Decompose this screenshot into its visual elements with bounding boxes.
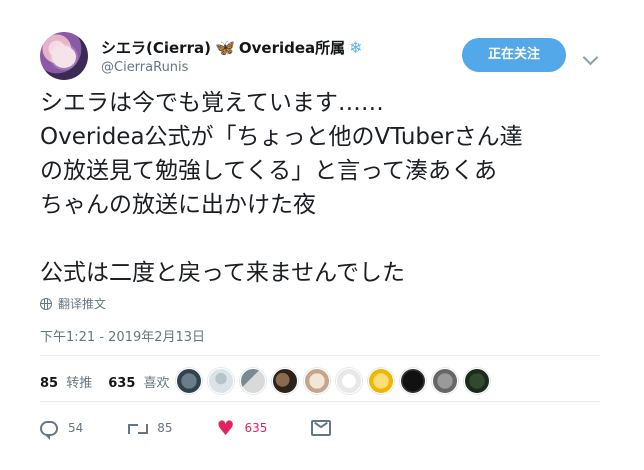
avatar[interactable] xyxy=(40,32,88,80)
tweet-text: シエラは今でも覚えています…… Overidea公式が「ちょっと他のVTuber… xyxy=(40,90,523,286)
liker-avatar[interactable] xyxy=(176,368,202,394)
snowflake-icon: ❄ xyxy=(349,38,363,57)
translate-label: 翻译推文 xyxy=(58,297,107,311)
tweet-card: シエラ(Cierra) 🦋 Overidea所属 ❄ @CierraRunis … xyxy=(0,0,644,470)
liker-avatar[interactable] xyxy=(304,368,330,394)
divider xyxy=(40,355,600,356)
liker-avatar[interactable] xyxy=(240,368,266,394)
mail-icon xyxy=(311,420,332,436)
retweet-icon xyxy=(127,421,149,435)
chevron-down-icon[interactable] xyxy=(582,49,599,66)
butterfly-icon: 🦋 xyxy=(214,38,235,57)
reply-icon xyxy=(40,420,58,440)
like-stat[interactable]: 635 喜欢 xyxy=(108,372,169,391)
liker-avatar[interactable] xyxy=(368,368,394,394)
name-suffix: Overidea所属 xyxy=(238,39,346,57)
direct-message-action[interactable] xyxy=(311,420,332,436)
tweet-timestamp[interactable]: 下午1:21 - 2019年2月13日 xyxy=(40,326,205,345)
reply-count: 54 xyxy=(68,421,84,435)
display-name-row[interactable]: シエラ(Cierra) 🦋 Overidea所属 ❄ xyxy=(101,38,363,58)
liker-avatar[interactable] xyxy=(432,368,458,394)
globe-icon xyxy=(40,297,52,310)
liker-avatars xyxy=(176,368,490,394)
liker-avatar[interactable] xyxy=(336,368,362,394)
retweet-stat[interactable]: 85 转推 xyxy=(40,372,92,391)
translate-tweet[interactable]: 翻译推文 xyxy=(40,295,106,312)
liker-avatar[interactable] xyxy=(464,368,490,394)
divider xyxy=(40,401,600,402)
retweet-count-stat: 85 xyxy=(40,376,59,391)
liker-avatar[interactable] xyxy=(272,368,298,394)
like-action[interactable]: ♥ 635 xyxy=(217,418,268,438)
like-count-stat: 635 xyxy=(108,376,136,391)
liker-avatar[interactable] xyxy=(400,368,426,394)
liker-avatar[interactable] xyxy=(208,368,234,394)
like-count: 635 xyxy=(244,421,268,435)
display-name: シエラ(Cierra) xyxy=(101,39,211,57)
retweet-stat-label: 转推 xyxy=(66,376,93,391)
like-stat-label: 喜欢 xyxy=(143,376,170,391)
user-handle[interactable]: @CierraRunis xyxy=(101,60,188,75)
retweet-count: 85 xyxy=(157,421,173,435)
reply-action[interactable]: 54 xyxy=(40,420,84,440)
retweet-action[interactable]: 85 xyxy=(127,421,173,435)
tweet-actions: 54 85 ♥ 635 xyxy=(40,418,375,440)
follow-button[interactable]: 正在关注 xyxy=(462,38,566,72)
heart-icon: ♥ xyxy=(216,416,235,440)
tweet-stats: 85 转推 635 喜欢 xyxy=(40,372,170,391)
